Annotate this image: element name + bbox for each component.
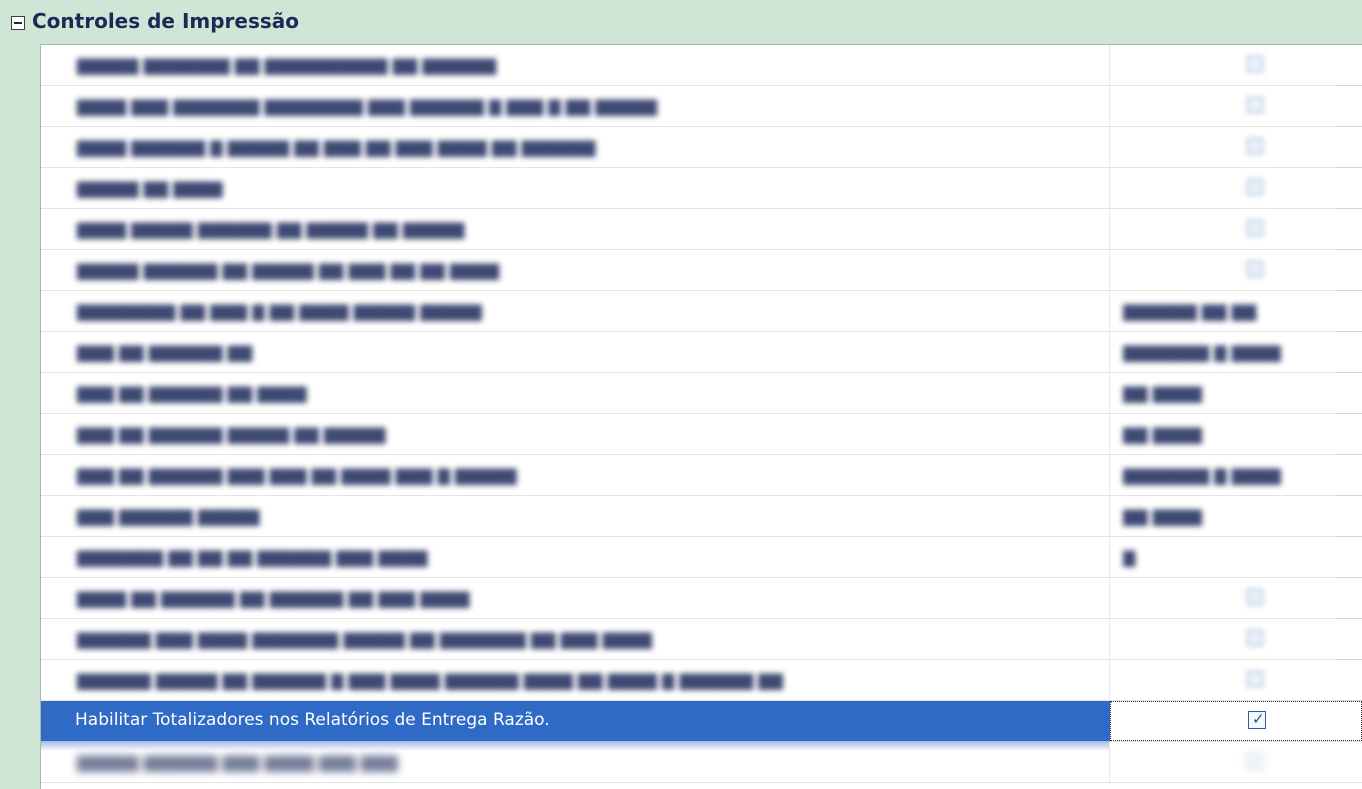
column-divider [1109, 45, 1110, 86]
column-divider [1109, 455, 1110, 496]
column-divider [1109, 373, 1110, 414]
property-label-blurred: ▇▇▇▇▇ ▇▇ ▇▇▇▇ [77, 179, 223, 198]
property-label-blurred: ▇▇▇ ▇▇ ▇▇▇▇▇▇ ▇▇ [77, 343, 253, 362]
column-divider [1109, 414, 1110, 455]
property-row[interactable]: ▇▇▇ ▇▇ ▇▇▇▇▇▇ ▇▇ ▇▇▇▇ ▇▇ ▇▇▇▇ [41, 373, 1362, 414]
checkbox-icon[interactable] [1247, 97, 1263, 113]
property-label-blurred: ▇▇▇▇▇▇▇ ▇▇ ▇▇ ▇▇ ▇▇▇▇▇▇ ▇▇▇ ▇▇▇▇ [77, 548, 428, 567]
property-grid: ▇▇▇▇▇ ▇▇▇▇▇▇▇ ▇▇ ▇▇▇▇▇▇▇▇▇▇ ▇▇ ▇▇▇▇▇▇ ▇▇… [41, 45, 1362, 789]
property-label: Habilitar Totalizadores nos Relatórios d… [75, 710, 550, 730]
property-label-blurred: ▇▇▇▇ ▇▇▇▇▇ ▇▇▇▇▇▇ ▇▇ ▇▇▇▇▇ ▇▇ ▇▇▇▇▇ [77, 220, 465, 239]
column-divider [1109, 332, 1110, 373]
checkbox-icon[interactable] [1247, 261, 1263, 277]
property-label-blurred: ▇▇▇ ▇▇ ▇▇▇▇▇▇ ▇▇ ▇▇▇▇ [77, 384, 307, 403]
property-label-blurred: ▇▇▇▇▇ ▇▇▇▇▇▇ ▇▇ ▇▇▇▇▇ ▇▇ ▇▇▇ ▇▇ ▇▇ ▇▇▇▇ [77, 261, 500, 280]
property-row[interactable]: ▇▇▇▇▇ ▇▇▇▇▇▇▇ ▇▇ ▇▇▇▇▇▇▇▇▇▇ ▇▇ ▇▇▇▇▇▇ [41, 45, 1362, 86]
property-value-blurred[interactable]: ▇▇ ▇▇▇▇ [1123, 384, 1343, 403]
column-divider [1109, 291, 1110, 332]
property-value-blurred[interactable]: ▇ [1123, 548, 1343, 567]
property-row[interactable]: ▇▇▇▇▇ ▇▇▇▇▇▇ ▇▇ ▇▇▇▇▇ ▇▇ ▇▇▇ ▇▇ ▇▇ ▇▇▇▇ [41, 250, 1362, 291]
checkbox-icon[interactable] [1247, 179, 1263, 195]
checkbox-icon[interactable] [1247, 138, 1263, 154]
checkbox-icon[interactable] [1247, 56, 1263, 72]
property-label-blurred: ▇▇▇▇ ▇▇ ▇▇▇▇▇▇ ▇▇ ▇▇▇▇▇▇ ▇▇ ▇▇▇ ▇▇▇▇ [77, 589, 470, 608]
property-row[interactable]: ▇▇▇ ▇▇▇▇▇▇ ▇▇▇▇▇ ▇▇ ▇▇▇▇ [41, 496, 1362, 537]
checkbox-icon[interactable] [1247, 220, 1263, 236]
property-label-blurred: ▇▇▇▇▇▇ ▇▇▇ ▇▇▇▇ ▇▇▇▇▇▇▇ ▇▇▇▇▇ ▇▇ ▇▇▇▇▇▇▇… [77, 630, 652, 649]
property-row[interactable]: ▇▇▇▇▇▇▇▇ ▇▇ ▇▇▇ ▇ ▇▇ ▇▇▇▇ ▇▇▇▇▇ ▇▇▇▇▇ ▇▇… [41, 291, 1362, 332]
property-row[interactable]: ▇▇▇▇▇▇ ▇▇▇▇▇ ▇▇ ▇▇▇▇▇▇ ▇ ▇▇▇ ▇▇▇▇ ▇▇▇▇▇▇… [41, 660, 1362, 701]
property-row[interactable]: ▇▇▇▇ ▇▇▇▇▇▇ ▇ ▇▇▇▇▇ ▇▇ ▇▇▇ ▇▇ ▇▇▇ ▇▇▇▇ ▇… [41, 127, 1362, 168]
checkbox-icon[interactable] [1247, 630, 1263, 646]
property-value-blurred[interactable]: ▇▇ ▇▇▇▇ [1123, 507, 1343, 526]
column-divider [1109, 619, 1110, 660]
column-divider [1109, 496, 1110, 537]
property-row[interactable]: ▇▇▇▇ ▇▇▇▇▇ ▇▇▇▇▇▇ ▇▇ ▇▇▇▇▇ ▇▇ ▇▇▇▇▇ [41, 209, 1362, 250]
column-divider [1109, 578, 1110, 619]
property-row[interactable]: ▇▇▇▇ ▇▇▇ ▇▇▇▇▇▇▇ ▇▇▇▇▇▇▇▇ ▇▇▇ ▇▇▇▇▇▇ ▇ ▇… [41, 86, 1362, 127]
property-row[interactable]: ▇▇▇ ▇▇ ▇▇▇▇▇▇ ▇▇ ▇▇▇▇▇▇▇ ▇ ▇▇▇▇ [41, 332, 1362, 373]
property-label-blurred: ▇▇▇ ▇▇ ▇▇▇▇▇▇ ▇▇▇▇▇ ▇▇ ▇▇▇▇▇ [77, 425, 386, 444]
property-value-blurred[interactable]: ▇▇▇▇▇▇▇ ▇ ▇▇▇▇ [1123, 466, 1343, 485]
property-row[interactable]: ▇▇▇▇▇▇ ▇▇▇ ▇▇▇▇ ▇▇▇▇▇▇▇ ▇▇▇▇▇ ▇▇ ▇▇▇▇▇▇▇… [41, 619, 1362, 660]
property-label-blurred: ▇▇▇▇ ▇▇▇ ▇▇▇▇▇▇▇ ▇▇▇▇▇▇▇▇ ▇▇▇ ▇▇▇▇▇▇ ▇ ▇… [77, 97, 657, 116]
column-divider [1109, 742, 1110, 783]
property-value-blurred[interactable]: ▇▇ ▇▇▇▇ [1123, 425, 1343, 444]
column-divider [1109, 86, 1110, 127]
property-value-blurred[interactable]: ▇▇▇▇▇▇▇ ▇ ▇▇▇▇ [1123, 343, 1343, 362]
property-row[interactable]: ▇▇▇▇▇▇▇ ▇▇ ▇▇ ▇▇ ▇▇▇▇▇▇ ▇▇▇ ▇▇▇▇ ▇ [41, 537, 1362, 578]
property-label-blurred: ▇▇▇▇ ▇▇▇▇▇▇ ▇ ▇▇▇▇▇ ▇▇ ▇▇▇ ▇▇ ▇▇▇ ▇▇▇▇ ▇… [77, 138, 596, 157]
selected-value-cell[interactable] [1110, 701, 1362, 741]
property-label-blurred: ▇▇▇ ▇▇ ▇▇▇▇▇▇ ▇▇▇ ▇▇▇ ▇▇ ▇▇▇▇ ▇▇▇ ▇ ▇▇▇▇… [77, 466, 517, 485]
property-row-selected[interactable]: Habilitar Totalizadores nos Relatórios d… [41, 701, 1362, 751]
property-row[interactable]: ▇▇▇▇▇ ▇▇▇▇▇▇ ▇▇▇ ▇▇▇▇ ▇▇▇ ▇▇▇ [41, 742, 1362, 783]
property-label-blurred: ▇▇▇▇▇▇ ▇▇▇▇▇ ▇▇ ▇▇▇▇▇▇ ▇ ▇▇▇ ▇▇▇▇ ▇▇▇▇▇▇… [77, 671, 783, 690]
property-row[interactable]: ▇▇▇▇▇ ▇▇ ▇▇▇▇ [41, 168, 1362, 209]
column-divider [1109, 537, 1110, 578]
property-label-blurred: ▇▇▇▇▇ ▇▇▇▇▇▇▇ ▇▇ ▇▇▇▇▇▇▇▇▇▇ ▇▇ ▇▇▇▇▇▇ [77, 56, 497, 75]
group-title: Controles de Impressão [32, 9, 300, 33]
group-header[interactable]: Controles de Impressão [0, 0, 1362, 45]
column-divider [1109, 127, 1110, 168]
property-label-blurred: ▇▇▇▇▇▇▇▇ ▇▇ ▇▇▇ ▇ ▇▇ ▇▇▇▇ ▇▇▇▇▇ ▇▇▇▇▇ [77, 302, 482, 321]
property-row[interactable]: ▇▇▇ ▇▇ ▇▇▇▇▇▇ ▇▇▇▇▇ ▇▇ ▇▇▇▇▇ ▇▇ ▇▇▇▇ [41, 414, 1362, 455]
checkbox-icon[interactable] [1247, 589, 1263, 605]
checkbox-icon[interactable] [1247, 753, 1263, 769]
checkbox-icon[interactable] [1247, 671, 1263, 687]
column-divider [1109, 660, 1110, 701]
property-label-blurred: ▇▇▇▇▇ ▇▇▇▇▇▇ ▇▇▇ ▇▇▇▇ ▇▇▇ ▇▇▇ [77, 753, 398, 772]
column-divider [1109, 250, 1110, 291]
collapse-minus-icon[interactable] [11, 16, 25, 30]
group-indent-gutter [0, 44, 41, 789]
property-row[interactable]: ▇▇▇▇ ▇▇ ▇▇▇▇▇▇ ▇▇ ▇▇▇▇▇▇ ▇▇ ▇▇▇ ▇▇▇▇ [41, 578, 1362, 619]
check-mark-icon: ✓ [1252, 710, 1265, 728]
property-row[interactable]: ▇▇▇ ▇▇ ▇▇▇▇▇▇ ▇▇▇ ▇▇▇ ▇▇ ▇▇▇▇ ▇▇▇ ▇ ▇▇▇▇… [41, 455, 1362, 496]
property-value-blurred[interactable]: ▇▇▇▇▇▇ ▇▇ ▇▇ [1123, 302, 1343, 321]
property-label-blurred: ▇▇▇ ▇▇▇▇▇▇ ▇▇▇▇▇ [77, 507, 260, 526]
column-divider [1109, 168, 1110, 209]
column-divider [1109, 209, 1110, 250]
